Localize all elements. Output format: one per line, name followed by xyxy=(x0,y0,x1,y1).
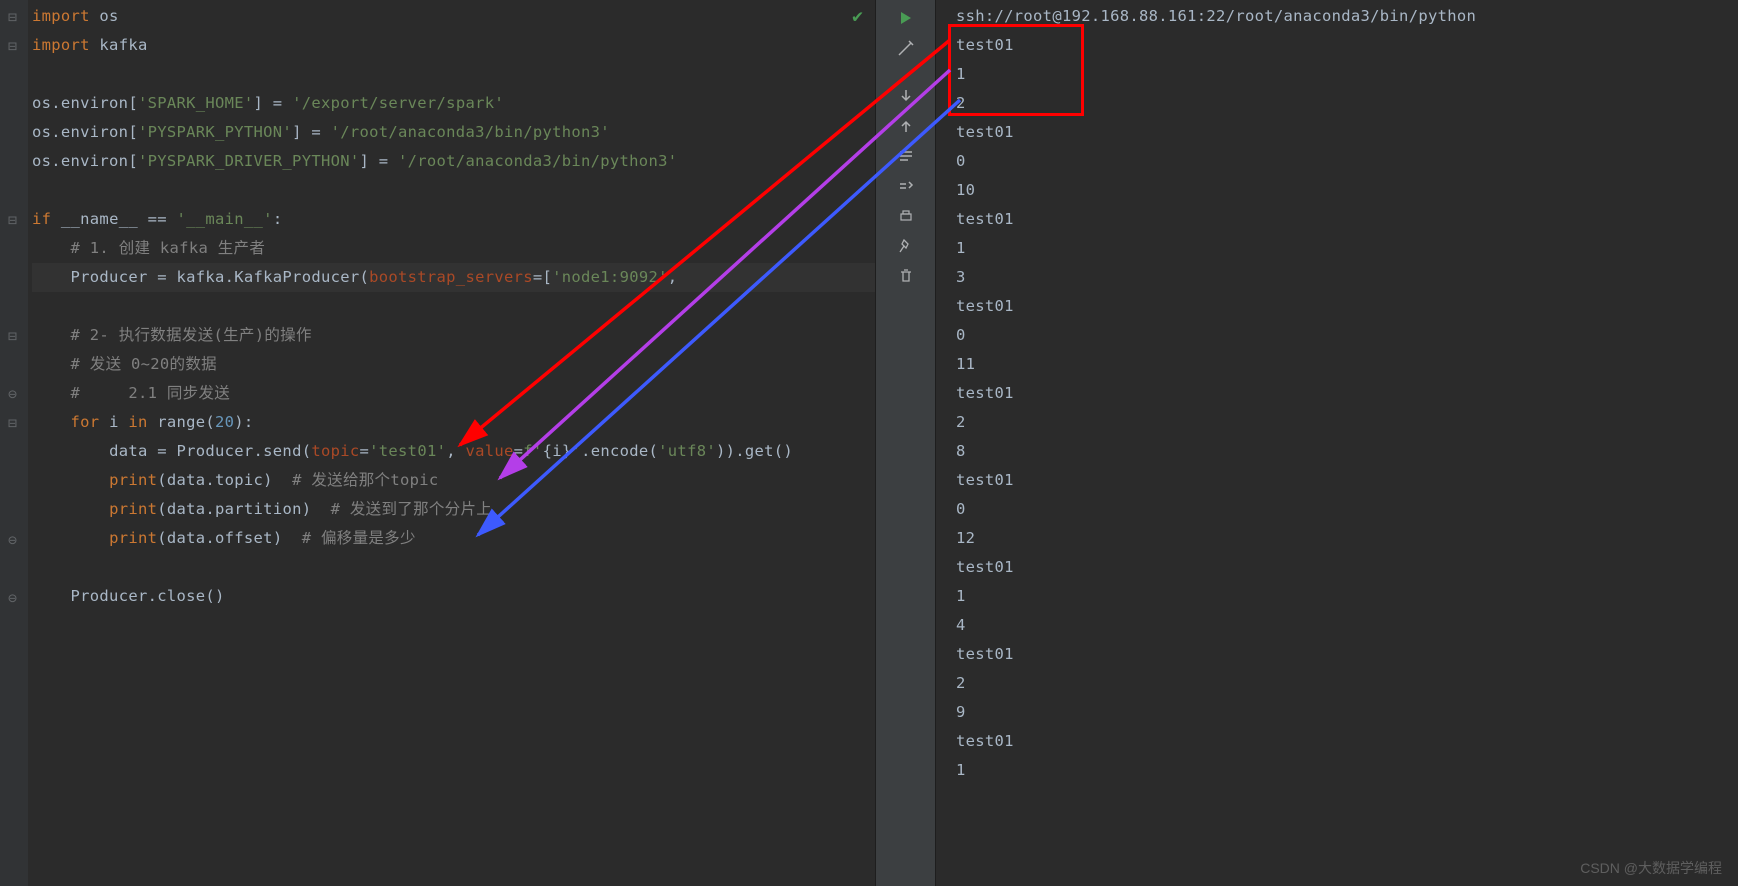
code-content[interactable]: import os import kafka os.environ['SPARK… xyxy=(0,0,875,611)
output-line: 10 xyxy=(956,176,1738,205)
output-line: 2 xyxy=(956,89,1738,118)
output-line: test01 xyxy=(956,292,1738,321)
down-arrow-icon[interactable] xyxy=(894,82,918,110)
keyword: import xyxy=(32,36,90,54)
settings-icon[interactable] xyxy=(894,34,918,62)
inspection-ok-icon[interactable]: ✔ xyxy=(852,6,863,27)
output-line: 0 xyxy=(956,321,1738,350)
watermark-text: CSDN @大数据学编程 xyxy=(1580,858,1722,878)
interpreter-path: ssh://root@192.168.88.161:22/root/anacon… xyxy=(956,2,1738,31)
output-line: 1 xyxy=(956,60,1738,89)
output-line: test01 xyxy=(956,205,1738,234)
fold-end-icon[interactable]: ⊖ xyxy=(8,531,20,543)
output-line: test01 xyxy=(956,118,1738,147)
fold-icon[interactable]: ⊟ xyxy=(8,8,20,20)
output-line: 1 xyxy=(956,582,1738,611)
output-line: 1 xyxy=(956,756,1738,785)
up-arrow-icon[interactable] xyxy=(894,112,918,140)
output-line: 1 xyxy=(956,234,1738,263)
run-button[interactable] xyxy=(894,4,918,32)
output-line: 12 xyxy=(956,524,1738,553)
fold-icon[interactable]: ⊟ xyxy=(8,37,20,49)
output-line: test01 xyxy=(956,379,1738,408)
identifier: os xyxy=(90,7,119,25)
fold-end-icon[interactable]: ⊖ xyxy=(8,589,20,601)
output-line: test01 xyxy=(956,466,1738,495)
code-editor-pane[interactable]: ⊟ ⊟ ⊟ ⊟ ⊖ ⊟ ⊖ ⊖ ✔ import os import kafka… xyxy=(0,0,876,886)
output-line: test01 xyxy=(956,553,1738,582)
output-line: 3 xyxy=(956,263,1738,292)
output-line: test01 xyxy=(956,727,1738,756)
output-line: 0 xyxy=(956,495,1738,524)
output-line: 2 xyxy=(956,669,1738,698)
fold-icon[interactable]: ⊟ xyxy=(8,211,20,223)
print-icon[interactable] xyxy=(894,202,918,230)
output-line: 4 xyxy=(956,611,1738,640)
run-output-pane[interactable]: ssh://root@192.168.88.161:22/root/anacon… xyxy=(936,0,1738,886)
fold-icon[interactable]: ⊖ xyxy=(8,385,20,397)
fold-icon[interactable]: ⊟ xyxy=(8,414,20,426)
output-line: 8 xyxy=(956,437,1738,466)
output-line: test01 xyxy=(956,31,1738,60)
identifier: kafka xyxy=(90,36,148,54)
keyword: import xyxy=(32,7,90,25)
scroll-icon[interactable] xyxy=(894,172,918,200)
output-line: 2 xyxy=(956,408,1738,437)
run-toolbar xyxy=(876,0,936,886)
pin-icon[interactable] xyxy=(894,232,918,260)
fold-icon[interactable]: ⊟ xyxy=(8,327,20,339)
trash-icon[interactable] xyxy=(894,262,918,290)
output-line: 0 xyxy=(956,147,1738,176)
editor-gutter: ⊟ ⊟ ⊟ ⊟ ⊖ ⊟ ⊖ ⊖ xyxy=(0,0,28,886)
output-line: 9 xyxy=(956,698,1738,727)
output-line: 11 xyxy=(956,350,1738,379)
soft-wrap-icon[interactable] xyxy=(894,142,918,170)
output-line: test01 xyxy=(956,640,1738,669)
